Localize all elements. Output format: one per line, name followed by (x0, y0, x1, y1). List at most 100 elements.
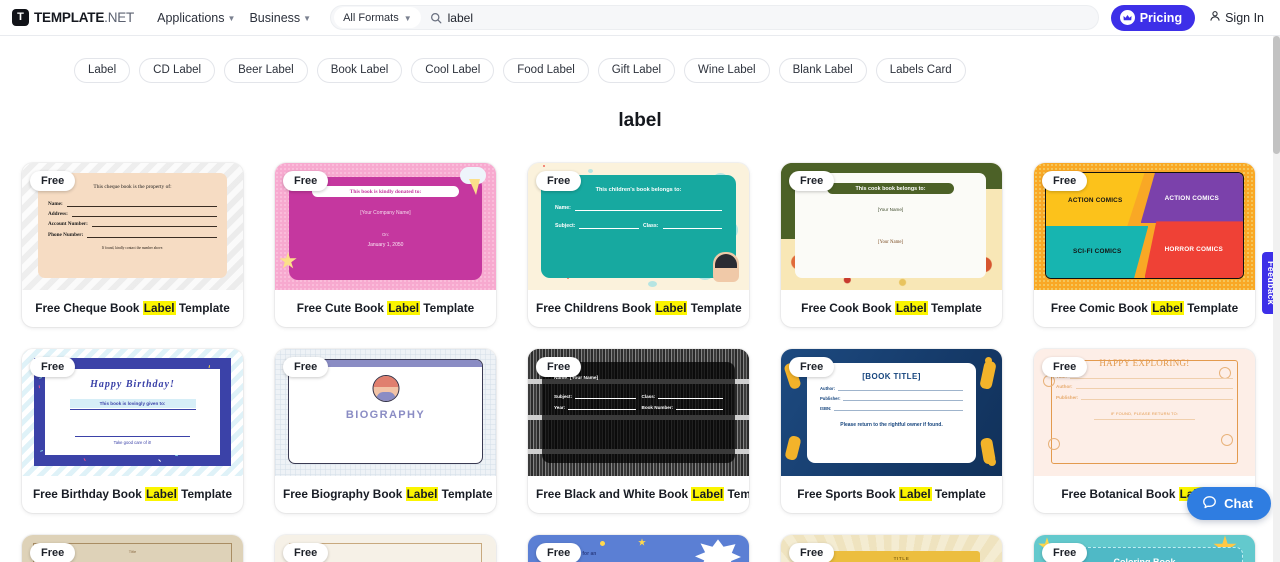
template-card[interactable]: Free Name: [Your Name] Subject: Class: Y… (528, 349, 749, 514)
template-card[interactable]: Free Title (22, 535, 243, 562)
chevron-down-icon: ▼ (403, 14, 412, 23)
template-card-title: Free Sports Book Label Template (781, 476, 1002, 513)
template-thumbnail[interactable]: Free This children's book belongs to: Na… (528, 163, 749, 290)
template-thumbnail[interactable]: Free Title (22, 535, 243, 562)
template-card[interactable]: Free (275, 535, 496, 562)
free-badge: Free (1042, 171, 1088, 191)
template-thumbnail[interactable]: Free Happy Birthday! This book is loving… (22, 349, 243, 477)
template-card[interactable]: Free BIOGRAPHY Free Biography Book Label… (275, 349, 496, 514)
template-card[interactable]: Free TITLE (781, 535, 1002, 562)
botanical-field-publisher: Publisher: (1056, 395, 1233, 400)
confetti-piece (83, 458, 86, 462)
avatar (372, 375, 399, 403)
field-rule (71, 213, 217, 218)
template-card-title: Free Birthday Book Label Template (22, 476, 243, 513)
template-card[interactable]: Free ACTION COMICS ACTION COMICS SCI-FI … (1034, 163, 1255, 328)
field-rule (575, 396, 636, 400)
template-thumbnail[interactable]: Free Coloring Book (1034, 535, 1255, 562)
category-chip-beer-label[interactable]: Beer Label (224, 57, 308, 83)
free-badge: Free (283, 171, 329, 191)
field-rule (1081, 397, 1233, 400)
field-rule (69, 409, 196, 411)
field-label: Class: (641, 394, 656, 400)
template-thumbnail[interactable]: Free HAPPY EXPLORING! Title: Author: Pub… (1034, 349, 1255, 477)
template-card[interactable]: Free [BOOK TITLE] Author: Publisher: ISB… (781, 349, 1002, 514)
free-badge: Free (789, 171, 835, 191)
field-label: Year: (554, 405, 566, 411)
title-prefix: Free Black and White Book (536, 487, 692, 502)
logo-main: TEMPLATE (34, 10, 105, 25)
cook-name-2: [Your Name] (877, 240, 904, 245)
template-card[interactable]: Free This children's book belongs to: Na… (528, 163, 749, 328)
field-rule (676, 407, 723, 411)
childrens-field-name: Name: (555, 205, 722, 211)
cheque-field: Account Number: (48, 221, 217, 228)
template-card[interactable]: Free Coloring Book (1034, 535, 1255, 562)
free-badge: Free (30, 357, 76, 378)
bw-name: Name: [Your Name] (554, 376, 599, 382)
scrollbar-thumb[interactable] (1273, 36, 1280, 154)
template-card[interactable]: Free This book is kindly donated to: [Yo… (275, 163, 496, 328)
confetti-piece (38, 385, 41, 389)
sign-in-button[interactable]: Sign In (1195, 10, 1270, 25)
pricing-label: Pricing (1139, 10, 1183, 25)
top-header: T TEMPLATE.NET Applications ▼ Business ▼… (0, 0, 1280, 36)
title-prefix: Free Comic Book (1050, 301, 1152, 315)
free-badge: Free (536, 543, 582, 562)
botanical-field-author: Author: (1056, 384, 1233, 390)
template-thumbnail[interactable]: Free (275, 535, 496, 562)
title-suffix: Template (175, 301, 230, 315)
cheque-footer: If found, kindly contact the number abov… (101, 245, 164, 250)
template-card[interactable]: Free This cheque book is the property of… (22, 163, 243, 328)
category-chip-blank-label[interactable]: Blank Label (778, 57, 867, 83)
category-chip-book-label[interactable]: Book Label (316, 57, 403, 83)
category-chip-labels-card[interactable]: Labels Card (875, 57, 966, 83)
cheque-field-label: Account Number: (48, 221, 88, 228)
nav-item-applications[interactable]: Applications ▼ (150, 7, 242, 29)
pricing-button[interactable]: Pricing (1110, 4, 1196, 31)
template-thumbnail[interactable]: Free ACTION COMICS ACTION COMICS SCI-FI … (1034, 163, 1255, 290)
category-chip-cool-label[interactable]: Cool Label (411, 57, 495, 83)
template-thumbnail[interactable]: Free This cheque book is the property of… (22, 163, 243, 290)
site-logo[interactable]: T TEMPLATE.NET (12, 9, 134, 26)
field-label: ISBN: (820, 406, 832, 412)
template-thumbnail[interactable]: Free TITLE (781, 535, 1002, 562)
comic-quadrant-3: SCI-FI COMICS (1046, 225, 1149, 278)
template-card[interactable]: Free This cook book belongs to: [Your Na… (781, 163, 1002, 328)
field-rule (662, 225, 723, 229)
cute-date: January 1, 2050 (367, 242, 404, 248)
page-scrollbar[interactable] (1273, 36, 1280, 562)
search-input[interactable] (447, 10, 1094, 25)
category-chip-food-label[interactable]: Food Label (503, 57, 589, 83)
template-thumbnail[interactable]: Free Ready for an (528, 535, 749, 562)
template-thumbnail[interactable]: Free Name: [Your Name] Subject: Class: Y… (528, 349, 749, 477)
category-chip-wine-label[interactable]: Wine Label (684, 57, 770, 83)
chat-widget-button[interactable]: Chat (1187, 487, 1271, 520)
user-icon (1209, 10, 1221, 25)
format-filter-dropdown[interactable]: All Formats ▼ (334, 7, 421, 28)
chat-bubble-icon (1202, 495, 1217, 513)
category-chip-gift-label[interactable]: Gift Label (597, 57, 676, 83)
field-rule (834, 408, 963, 412)
comic-quadrant-4: HORROR COMICS (1144, 221, 1243, 278)
template-thumbnail[interactable]: Free [BOOK TITLE] Author: Publisher: ISB… (781, 349, 1002, 477)
field-label: Name: (555, 205, 571, 211)
category-chip-label[interactable]: Label (74, 57, 131, 83)
cute-heading: This book is kindly donated to: (312, 186, 459, 197)
field-label: Book Number: (641, 405, 674, 411)
nav-item-business[interactable]: Business ▼ (242, 7, 318, 29)
avatar-body-icon (376, 392, 395, 402)
title-prefix: Free Biography Book (283, 487, 406, 502)
template-thumbnail[interactable]: Free BIOGRAPHY (275, 349, 496, 477)
template-results-grid: Free This cheque book is the property of… (0, 132, 1280, 562)
template-thumbnail[interactable]: Free This cook book belongs to: [Your Na… (781, 163, 1002, 290)
template-card-title: Free Comic Book Label Template (1034, 290, 1255, 327)
template-card[interactable]: Free Ready for an (528, 535, 749, 562)
title-suffix: Template (1183, 301, 1239, 315)
template-card[interactable]: Free Happy Birthday! This book is loving… (22, 349, 243, 514)
search-bar: All Formats ▼ (330, 5, 1099, 30)
category-chip-cd-label[interactable]: CD Label (139, 57, 216, 83)
sign-in-label: Sign In (1225, 10, 1264, 25)
lightning-sticker-icon (469, 179, 480, 195)
template-thumbnail[interactable]: Free This book is kindly donated to: [Yo… (275, 163, 496, 290)
